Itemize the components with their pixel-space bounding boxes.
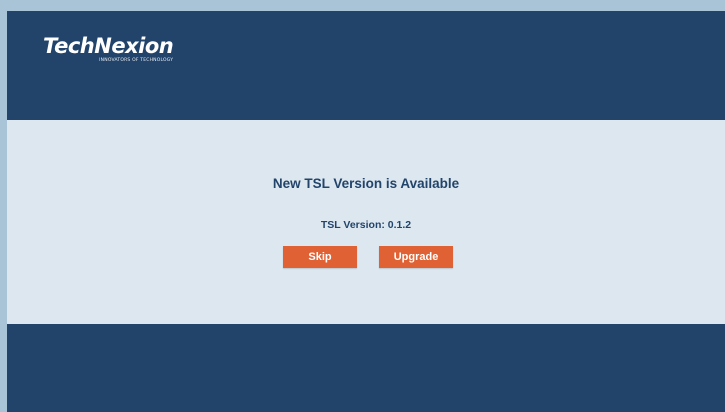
header: TechNexion INNOVATORS OF TECHNOLOGY — [7, 11, 725, 120]
version-label: TSL Version: 0.1.2 — [320, 219, 412, 231]
logo-wordmark: TechNexion — [43, 34, 174, 58]
technexion-logo: TechNexion INNOVATORS OF TECHNOLOGY — [43, 34, 174, 64]
footer — [7, 324, 725, 412]
upgrade-button[interactable]: Upgrade — [379, 246, 453, 268]
app-window: TechNexion INNOVATORS OF TECHNOLOGY New … — [7, 11, 725, 412]
skip-button[interactable]: Skip — [283, 246, 357, 268]
update-title: New TSL Version is Available — [272, 176, 460, 191]
logo-tagline: INNOVATORS OF TECHNOLOGY — [99, 58, 174, 63]
update-panel: New TSL Version is Available TSL Version… — [7, 120, 725, 324]
